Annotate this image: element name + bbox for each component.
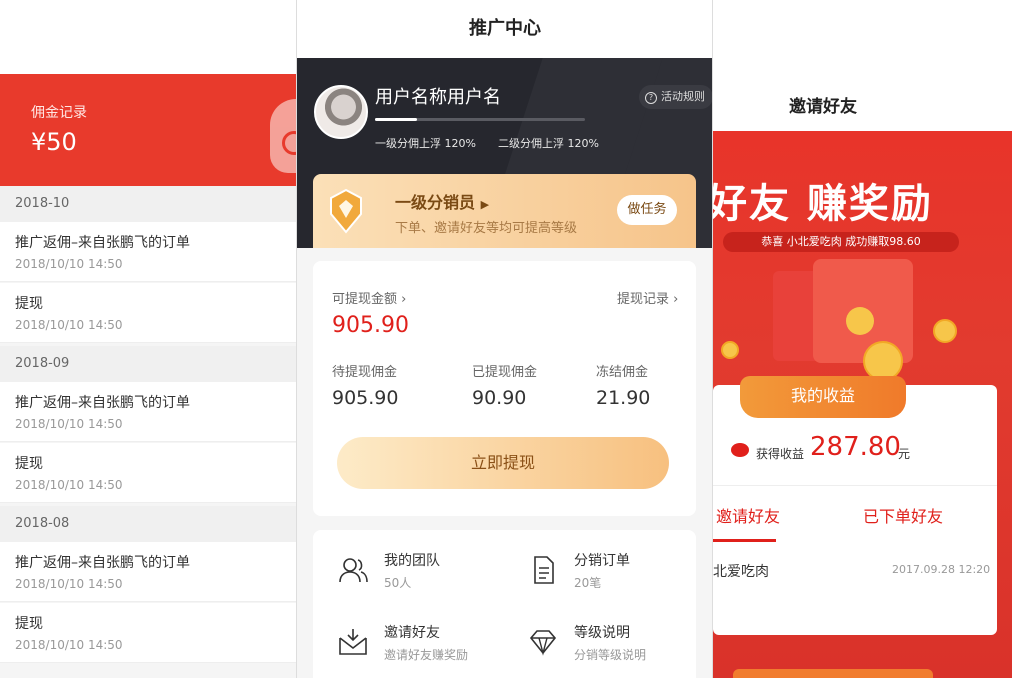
- question-icon: ?: [645, 92, 657, 104]
- level2-rate: 二级分佣上浮 120%: [498, 137, 599, 150]
- coin-icon: [863, 341, 903, 381]
- record-time: 2018/10/10 14:50: [15, 257, 123, 271]
- user-name: 用户名称用户名: [375, 87, 501, 108]
- record-title: 推广返佣–来自张鹏飞的订单: [15, 395, 190, 411]
- task-button[interactable]: 做任务: [617, 195, 677, 225]
- diamond-icon: [529, 630, 557, 656]
- feature-invite[interactable]: 邀请好友 邀请好友赚奖励: [337, 622, 517, 672]
- commission-amount: ¥50: [31, 128, 77, 156]
- friend-time: 2017.09.28 12:20: [892, 563, 991, 576]
- record-time: 2018/10/10 14:50: [15, 638, 123, 652]
- record-item[interactable]: 提现 2018/10/10 14:50: [0, 603, 296, 663]
- pending-amount: 905.90: [332, 387, 399, 409]
- chevron-right-icon: ›: [673, 292, 679, 307]
- page-title: 邀请好友: [789, 97, 857, 117]
- pending-label: 待提现佣金: [332, 365, 398, 380]
- feature-level-info[interactable]: 等级说明 分销等级说明: [527, 622, 707, 672]
- active-tab-indicator: [713, 539, 776, 542]
- page-title: 推广中心: [297, 0, 712, 58]
- team-icon: [339, 558, 368, 583]
- record-item[interactable]: 推广返佣–来自张鹏飞的订单 2018/10/10 14:50: [0, 222, 296, 282]
- record-item[interactable]: 提现 2018/10/10 14:50: [0, 443, 296, 503]
- frozen-amount: 21.90: [596, 387, 651, 409]
- rules-label: 活动规则: [661, 90, 705, 103]
- month-header: 2018-09: [0, 346, 296, 382]
- month-header: 2018-08: [0, 506, 296, 542]
- success-notice: 恭喜 小北爱吃肉 成功赚取98.60: [723, 232, 959, 252]
- record-time: 2018/10/10 14:50: [15, 577, 123, 591]
- invite-icon: [339, 629, 367, 655]
- record-time: 2018/10/10 14:50: [15, 318, 123, 332]
- withdrawable-amount: 905.90: [332, 313, 409, 338]
- feature-orders[interactable]: 分销订单 20笔: [527, 550, 707, 600]
- record-item[interactable]: 提现 2018/10/10 14:50: [0, 283, 296, 343]
- record-title: 提现: [15, 616, 43, 632]
- tab-invited-friends[interactable]: 邀请好友: [716, 503, 780, 527]
- commission-header: 佣金记录 ¥50: [0, 74, 296, 186]
- withdrawable-label-text: 可提现金额: [332, 292, 398, 307]
- withdraw-records-link[interactable]: 提现记录 ›: [617, 288, 678, 307]
- commission-title: 佣金记录: [31, 105, 87, 121]
- earned-label: 获得收益: [756, 447, 805, 461]
- feature-title: 我的团队: [384, 553, 440, 569]
- record-title: 推广返佣–来自张鹏飞的订单: [15, 555, 190, 571]
- tab-ordered-friends[interactable]: 已下单好友: [863, 503, 943, 527]
- level-card[interactable]: 一级分销员 ▶ 下单、邀请好友等均可提高等级 做任务: [313, 174, 696, 248]
- chevron-right-icon: ▶: [480, 198, 490, 211]
- earned-unit: 元: [898, 447, 911, 461]
- feature-sub: 分销等级说明: [574, 648, 647, 662]
- withdraw-records-text: 提现记录: [617, 292, 670, 307]
- bottom-button[interactable]: [733, 669, 933, 678]
- piggy-bank-icon: [731, 443, 749, 457]
- level-name: 一级分销员 ▶: [395, 189, 489, 213]
- feature-title: 等级说明: [574, 625, 630, 641]
- feature-grid: 我的团队 50人 分销订单 20笔 邀请好友 邀请好友赚奖励 等级说明 分销等级…: [313, 530, 696, 678]
- month-header: 2018-10: [0, 186, 296, 222]
- earnings-card: 获得收益 287.80 元 邀请好友 已下单好友 北爱吃肉 2017.09.28…: [713, 385, 997, 635]
- level1-rate: 一级分佣上浮 120%: [375, 137, 476, 150]
- record-time: 2018/10/10 14:50: [15, 478, 123, 492]
- record-title: 提现: [15, 296, 43, 312]
- feature-title: 邀请好友: [384, 625, 440, 641]
- order-icon: [534, 556, 554, 584]
- coin-icon: [933, 319, 957, 343]
- balance-card: 可提现金额 › 提现记录 › 905.90 待提现佣金 已提现佣金 冻结佣金 9…: [313, 261, 696, 516]
- banner-slogan: 好友 赚奖励: [713, 181, 933, 227]
- feature-sub: 20笔: [574, 576, 602, 590]
- chevron-right-icon: ›: [401, 292, 407, 307]
- divider: [713, 485, 997, 486]
- feature-title: 分销订单: [574, 553, 630, 569]
- level-name-text: 一级分销员: [395, 193, 476, 212]
- level-progress: [375, 118, 585, 121]
- withdraw-button[interactable]: 立即提现: [337, 437, 669, 489]
- rules-button[interactable]: ? 活动规则: [639, 85, 712, 109]
- record-item[interactable]: 推广返佣–来自张鹏飞的订单 2018/10/10 14:50: [0, 382, 296, 442]
- withdrawable-label[interactable]: 可提现金额 ›: [332, 288, 406, 307]
- record-time: 2018/10/10 14:50: [15, 417, 123, 431]
- money-bag-icon: [270, 99, 296, 173]
- avatar[interactable]: [314, 85, 368, 139]
- withdrawn-amount: 90.90: [472, 387, 527, 409]
- level-desc: 下单、邀请好友等均可提高等级: [395, 221, 578, 236]
- feature-my-team[interactable]: 我的团队 50人: [337, 550, 517, 600]
- promotion-center-screen: 推广中心 用户名称用户名 一级分佣上浮 120% 二级分佣上浮 120% ? 活动…: [296, 0, 713, 678]
- commission-records-screen: 佣金记录 ¥50 2018-10 推广返佣–来自张鹏飞的订单 2018/10/1…: [0, 74, 296, 678]
- invite-friends-screen: 邀请好友 好友 赚奖励 恭喜 小北爱吃肉 成功赚取98.60 获得收益 287.…: [713, 0, 1012, 678]
- my-earnings-label: 我的收益: [740, 376, 906, 418]
- feature-sub: 50人: [384, 576, 412, 590]
- record-title: 提现: [15, 456, 43, 472]
- withdrawn-label: 已提现佣金: [472, 365, 538, 380]
- record-item[interactable]: 推广返佣–来自张鹏飞的订单 2018/10/10 14:50: [0, 542, 296, 602]
- level-badge-icon: [330, 188, 362, 234]
- earned-amount: 287.80: [810, 432, 901, 462]
- friend-name: 北爱吃肉: [713, 564, 769, 580]
- feature-sub: 邀请好友赚奖励: [384, 648, 469, 662]
- level-progress-fill: [375, 118, 417, 121]
- record-title: 推广返佣–来自张鹏飞的订单: [15, 235, 190, 251]
- frozen-label: 冻结佣金: [596, 365, 649, 380]
- coin-icon: [721, 341, 739, 359]
- invite-banner: 好友 赚奖励 恭喜 小北爱吃肉 成功赚取98.60 获得收益 287.80 元 …: [713, 131, 1012, 678]
